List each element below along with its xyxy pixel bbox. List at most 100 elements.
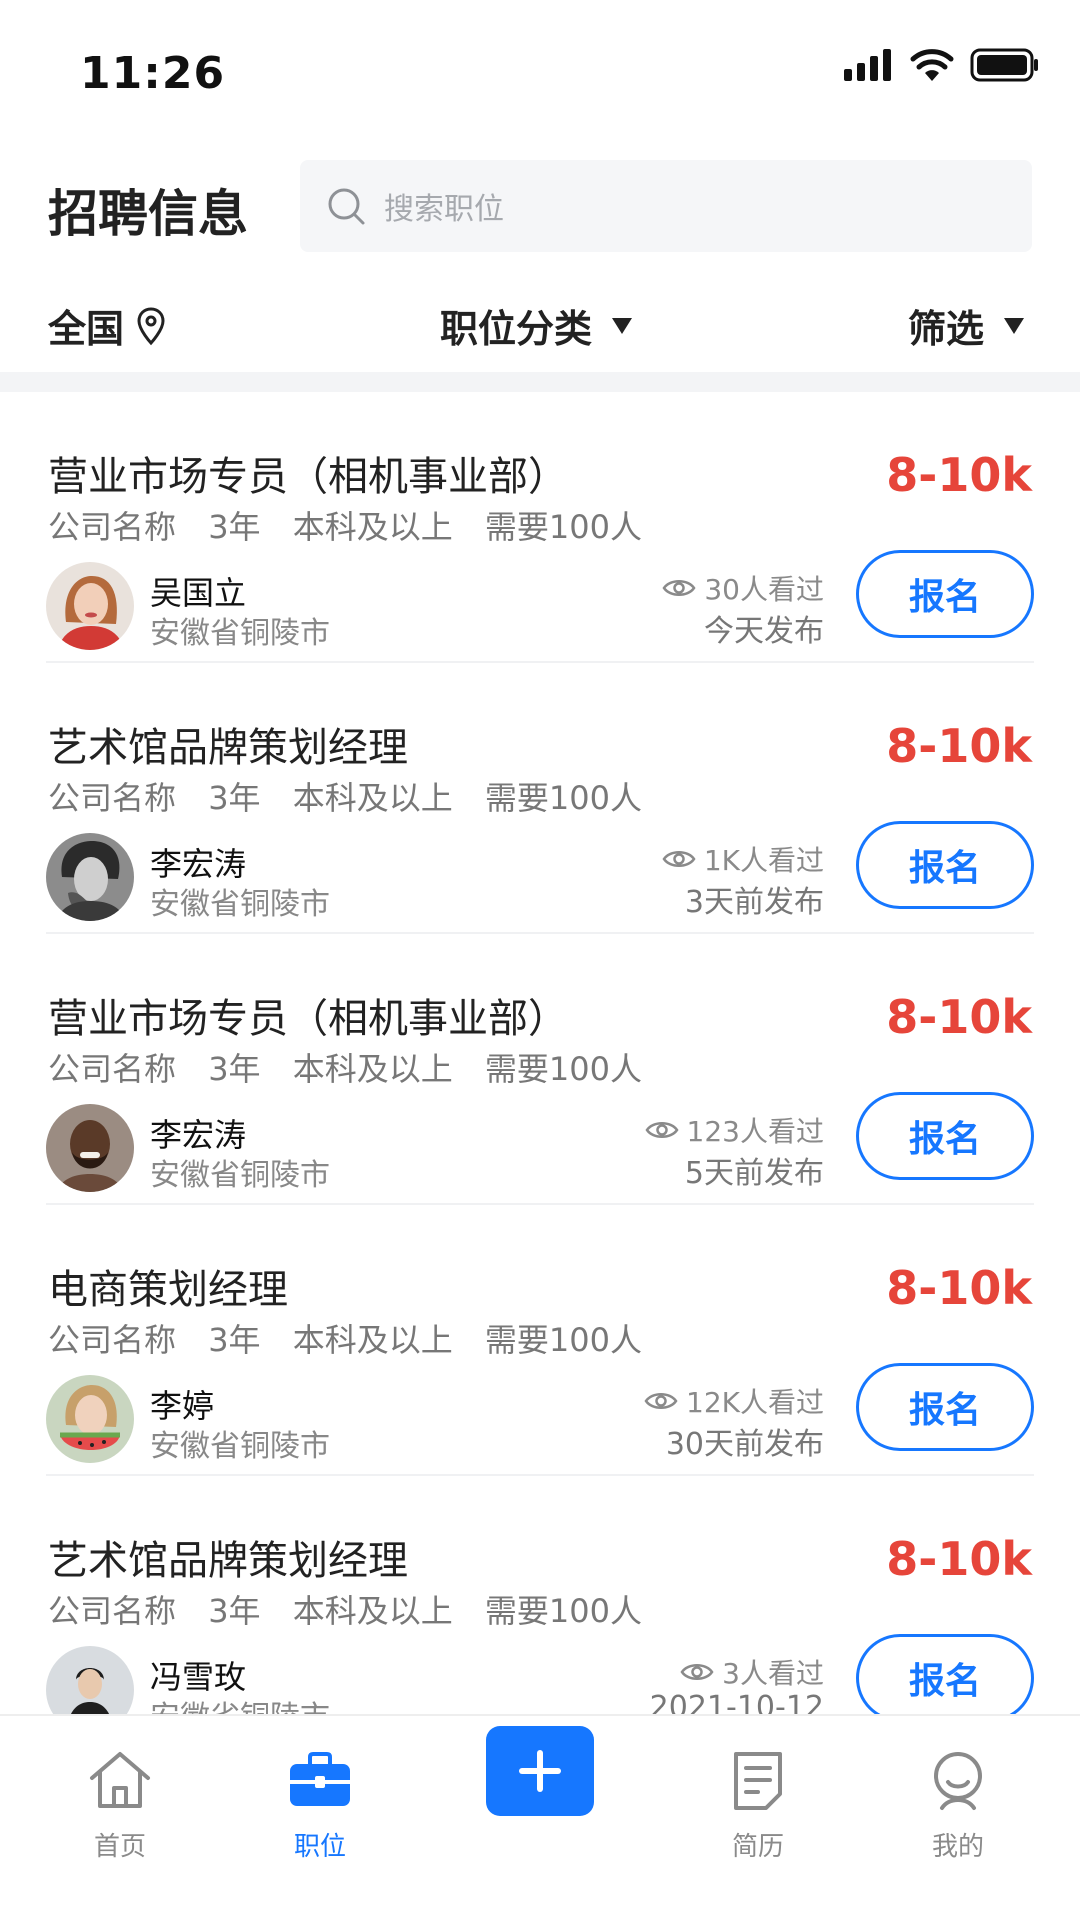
category-filter[interactable]: 职位分类	[440, 298, 633, 353]
tab-home-label: 首页	[93, 1832, 146, 1862]
eye-icon	[645, 1122, 679, 1138]
screen-filter-label: 筛选	[907, 307, 984, 351]
tab-me-label: 我的	[931, 1832, 984, 1862]
view-count: 3人看过	[680, 1652, 824, 1692]
dropdown-triangle-icon	[612, 317, 633, 334]
job-salary: 8-10k	[886, 1532, 1032, 1586]
job-title: 艺术馆品牌策划经理	[48, 1538, 408, 1584]
dropdown-triangle-icon	[1004, 317, 1024, 334]
view-count: 30人看过	[662, 568, 824, 608]
job-card[interactable]: 艺术馆品牌策划经理 8-10k 公司名称 3年 本科及以上 需要100人 李宏涛…	[0, 663, 1080, 934]
headcount: 需要100人	[484, 1592, 643, 1630]
posted-time: 今天发布	[704, 614, 824, 649]
job-salary: 8-10k	[886, 990, 1032, 1044]
job-card[interactable]: 艺术馆品牌策划经理 8-10k 公司名称 3年 本科及以上 需要100人 冯雪玫…	[0, 1476, 1080, 1714]
apply-button[interactable]: 报名	[856, 1092, 1034, 1180]
view-count-label: 1K人看过	[703, 844, 824, 877]
poster-location: 安徽省铜陵市	[150, 1158, 330, 1193]
job-meta: 公司名称 3年 本科及以上 需要100人	[48, 502, 664, 548]
apply-button[interactable]: 报名	[856, 821, 1034, 909]
job-card[interactable]: 营业市场专员（相机事业部） 8-10k 公司名称 3年 本科及以上 需要100人…	[0, 934, 1080, 1205]
region-filter[interactable]: 全国	[48, 298, 166, 353]
headcount: 需要100人	[484, 1321, 643, 1359]
battery-icon	[970, 48, 1038, 82]
company-name: 公司名称	[48, 779, 177, 817]
status-bar: 11:26	[0, 0, 1080, 140]
education-requirement: 本科及以上	[292, 508, 453, 546]
tab-jobs[interactable]: 职位	[240, 1716, 400, 1920]
job-listing-screen: 11:26 招聘信息 搜索职位 全国 职位分类 筛选 营业市场专员（相机事业部）…	[0, 0, 1080, 1920]
eye-icon	[662, 851, 696, 867]
section-divider	[0, 372, 1080, 392]
avatar	[46, 833, 134, 921]
region-filter-label: 全国	[48, 307, 125, 351]
experience-requirement: 3年	[208, 508, 261, 546]
posted-time: 2021-10-12	[649, 1690, 824, 1714]
view-count: 1K人看过	[662, 839, 824, 879]
education-requirement: 本科及以上	[292, 1050, 453, 1088]
avatar	[46, 1646, 134, 1714]
apply-button[interactable]: 报名	[856, 550, 1034, 638]
experience-requirement: 3年	[208, 1050, 261, 1088]
apply-button[interactable]: 报名	[856, 1363, 1034, 1451]
job-title: 营业市场专员（相机事业部）	[48, 454, 568, 500]
eye-icon	[662, 580, 696, 596]
bottom-tab-bar: 首页 职位 简历 我的	[0, 1714, 1080, 1920]
poster-location: 安徽省铜陵市	[150, 1692, 330, 1714]
profile-icon	[934, 1752, 982, 1810]
view-count: 12K人看过	[644, 1381, 824, 1421]
filter-bar: 全国 职位分类 筛选	[0, 290, 1080, 360]
education-requirement: 本科及以上	[292, 1321, 453, 1359]
search-placeholder: 搜索职位	[384, 192, 504, 227]
view-count-label: 3人看过	[722, 1657, 824, 1690]
job-card[interactable]: 电商策划经理 8-10k 公司名称 3年 本科及以上 需要100人 李婷 安徽省…	[0, 1205, 1080, 1476]
page-title: 招聘信息	[48, 185, 248, 243]
job-meta: 公司名称 3年 本科及以上 需要100人	[48, 1044, 664, 1090]
apply-button[interactable]: 报名	[856, 1634, 1034, 1714]
add-button[interactable]	[486, 1726, 594, 1816]
screen-filter[interactable]: 筛选	[908, 298, 1024, 353]
job-card[interactable]: 营业市场专员（相机事业部） 8-10k 公司名称 3年 本科及以上 需要100人…	[0, 392, 1080, 663]
tab-home[interactable]: 首页	[40, 1716, 200, 1920]
eye-icon	[644, 1393, 678, 1409]
job-salary: 8-10k	[886, 719, 1032, 773]
headcount: 需要100人	[484, 779, 643, 817]
job-title: 电商策划经理	[48, 1267, 288, 1313]
tab-jobs-label: 职位	[293, 1832, 346, 1862]
job-title: 营业市场专员（相机事业部）	[48, 996, 568, 1042]
tab-resume-label: 简历	[731, 1832, 784, 1862]
tab-resume[interactable]: 简历	[678, 1716, 838, 1920]
briefcase-icon	[290, 1752, 350, 1806]
search-icon	[328, 188, 365, 225]
search-input[interactable]: 搜索职位	[300, 160, 1032, 252]
experience-requirement: 3年	[208, 1592, 261, 1630]
education-requirement: 本科及以上	[292, 779, 453, 817]
poster-location: 安徽省铜陵市	[150, 1429, 330, 1464]
avatar	[46, 1104, 134, 1192]
headcount: 需要100人	[484, 508, 643, 546]
resume-icon	[734, 1752, 782, 1810]
headcount: 需要100人	[484, 1050, 643, 1088]
posted-time: 5天前发布	[684, 1156, 824, 1191]
company-name: 公司名称	[48, 508, 177, 546]
wifi-icon	[910, 49, 954, 81]
job-meta: 公司名称 3年 本科及以上 需要100人	[48, 773, 664, 819]
job-title: 艺术馆品牌策划经理	[48, 725, 408, 771]
job-meta: 公司名称 3年 本科及以上 需要100人	[48, 1586, 664, 1632]
eye-icon	[680, 1664, 714, 1680]
experience-requirement: 3年	[208, 779, 261, 817]
job-salary: 8-10k	[886, 1261, 1032, 1315]
plus-icon	[519, 1750, 561, 1792]
header: 招聘信息 搜索职位	[0, 160, 1080, 255]
job-list: 营业市场专员（相机事业部） 8-10k 公司名称 3年 本科及以上 需要100人…	[0, 392, 1080, 1714]
tab-me[interactable]: 我的	[878, 1716, 1038, 1920]
experience-requirement: 3年	[208, 1321, 261, 1359]
posted-time: 3天前发布	[684, 885, 824, 920]
job-salary: 8-10k	[886, 448, 1032, 502]
avatar	[46, 562, 134, 650]
poster-location: 安徽省铜陵市	[150, 887, 330, 922]
education-requirement: 本科及以上	[292, 1592, 453, 1630]
status-icons	[842, 48, 1040, 82]
company-name: 公司名称	[48, 1321, 177, 1359]
avatar	[46, 1375, 134, 1463]
